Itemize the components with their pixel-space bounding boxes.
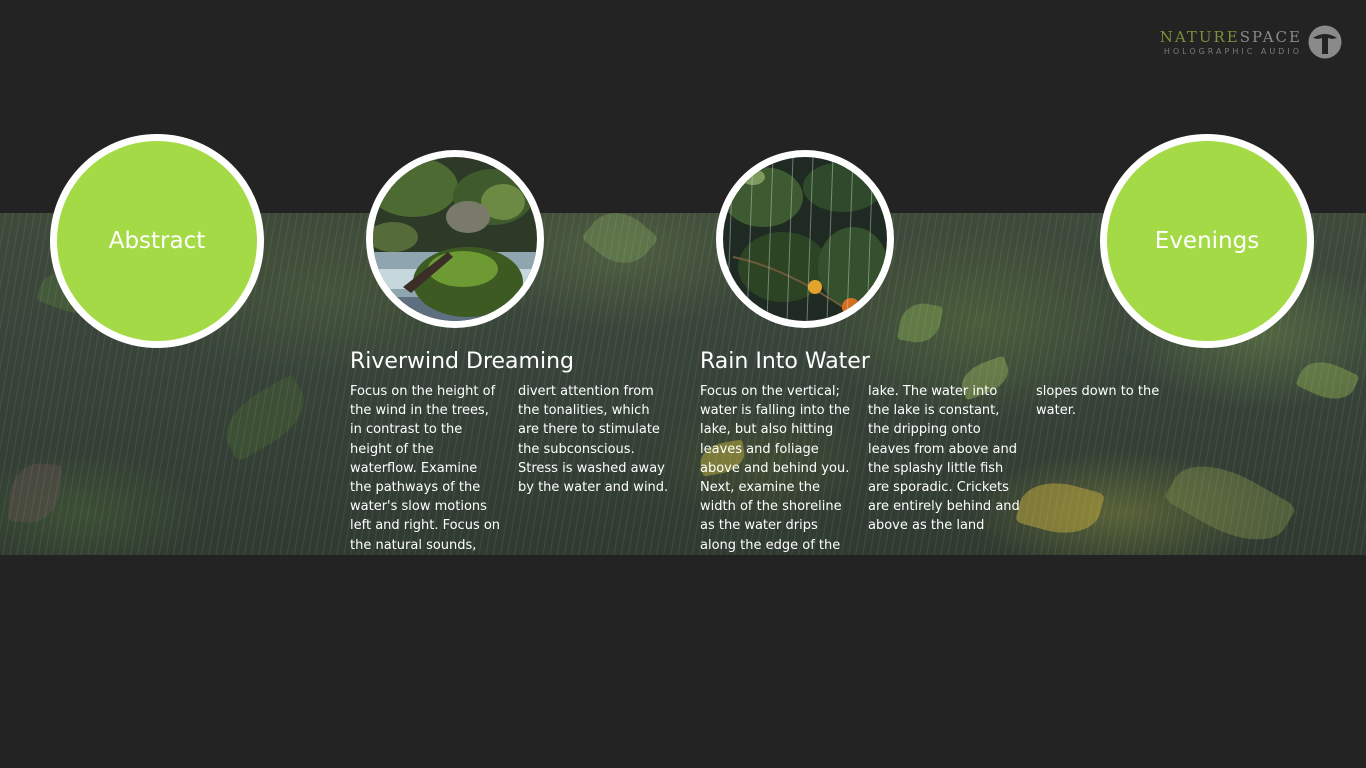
logo-text: NATURESPACE HOLOGRAPHIC AUDIO — [1160, 28, 1302, 57]
logo-wordmark: NATURESPACE — [1160, 28, 1302, 46]
naturespace-logo: NATURESPACE HOLOGRAPHIC AUDIO — [1160, 24, 1342, 60]
track-title[interactable]: Riverwind Dreaming — [350, 348, 670, 378]
track-thumbnail-riverwind[interactable] — [366, 150, 544, 328]
track-description: Focus on the height of the wind in the t… — [350, 384, 669, 553]
category-abstract-button[interactable]: Abstract — [50, 134, 264, 348]
tree-icon — [1308, 25, 1342, 59]
logo-word-nature: NATURE — [1159, 27, 1240, 46]
track-card-rain: Rain Into Water Focus on the vertical; w… — [700, 348, 1159, 574]
category-abstract-label: Abstract — [57, 141, 257, 341]
track-thumbnail-rain[interactable] — [716, 150, 894, 328]
rain-foliage-image — [723, 157, 887, 321]
category-evenings-button[interactable]: Evenings — [1100, 134, 1314, 348]
track-description: Focus on the vertical; water is falling … — [700, 384, 1159, 553]
river-rocks-image — [373, 157, 537, 321]
app-window: NATURESPACE HOLOGRAPHIC AUDIO Abstract E… — [0, 0, 1366, 768]
category-evenings-label: Evenings — [1107, 141, 1307, 341]
track-title[interactable]: Rain Into Water — [700, 348, 1020, 378]
track-card-riverwind: Riverwind Dreaming Focus on the height o… — [350, 348, 670, 574]
logo-word-space: SPACE — [1239, 27, 1302, 46]
logo-tagline: HOLOGRAPHIC AUDIO — [1163, 46, 1302, 56]
